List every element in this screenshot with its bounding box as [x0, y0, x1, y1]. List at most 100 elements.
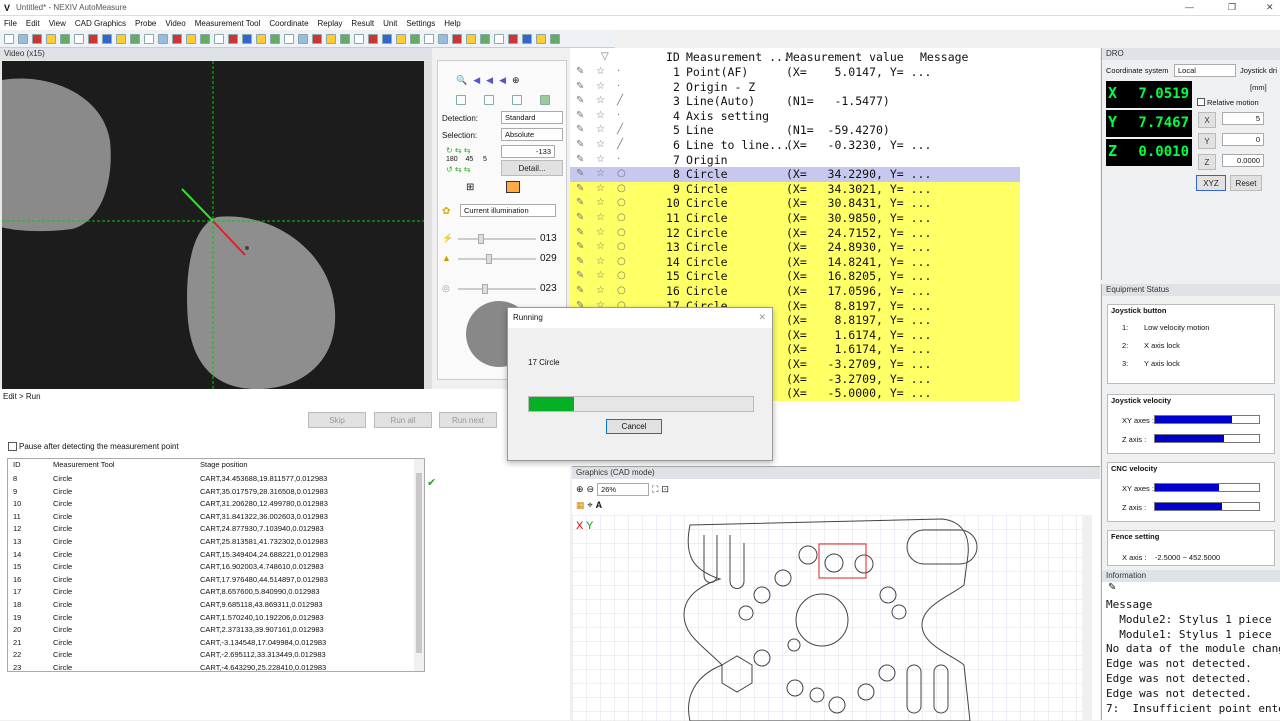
toolbar-button-icon[interactable] [158, 33, 168, 44]
edit-pencil-icon[interactable]: ✎ [576, 255, 584, 270]
toolbar-button-icon[interactable] [312, 33, 322, 44]
table-row[interactable]: 19 Circle CART,1.570240,10.192206,0.012983 [8, 612, 424, 625]
zoom-select[interactable]: 26% [597, 483, 650, 496]
cad-view[interactable]: X Y [572, 515, 1092, 721]
focus-icon[interactable]: ⊞ [466, 182, 474, 193]
skip-button[interactable]: Skip [308, 412, 366, 428]
star-icon[interactable]: ☆ [596, 80, 605, 95]
menu-item[interactable]: Probe [135, 19, 156, 28]
toolbar-button-icon[interactable] [396, 33, 406, 44]
table-row[interactable]: 15 Circle CART,16.902003,4.748610,0.012983 [8, 561, 424, 574]
edit-pencil-icon[interactable]: ✎ [576, 226, 584, 241]
zoom-in-icon[interactable]: ⊕ [512, 75, 520, 91]
light-icon[interactable] [506, 181, 520, 193]
toolbar-button-icon[interactable] [242, 33, 252, 44]
toolbar-button-icon[interactable] [326, 33, 336, 44]
reset-button[interactable]: Reset [1230, 175, 1262, 191]
star-icon[interactable]: ☆ [596, 109, 605, 124]
table-row[interactable]: 14 Circle CART,15.349404,24.688221,0.01298… [8, 549, 424, 562]
toolbar-button-icon[interactable] [88, 33, 98, 44]
toolbar-button-icon[interactable] [298, 33, 308, 44]
menu-item[interactable]: Help [444, 19, 460, 28]
star-icon[interactable]: ☆ [596, 182, 605, 197]
toolbar-button-icon[interactable] [424, 33, 434, 44]
tool-icon[interactable] [484, 95, 494, 105]
fit-window-icon[interactable]: ⊡ [661, 484, 669, 495]
arrow-left-icon[interactable]: ◀ [486, 75, 493, 91]
toolbar-button-icon[interactable] [60, 33, 70, 44]
toolbar-button-icon[interactable] [410, 33, 420, 44]
table-vscroll[interactable] [414, 459, 424, 671]
xyz-button[interactable]: XYZ [1196, 175, 1226, 191]
edit-pencil-icon[interactable]: ✎ [576, 182, 584, 197]
list-item[interactable]: ✎ ☆ · 7 Origin [570, 153, 1020, 168]
table-row[interactable]: 16 Circle CART,17.976480,44.514897,0.01298… [8, 574, 424, 587]
toolbar-button-icon[interactable] [284, 33, 294, 44]
menu-item[interactable]: Measurement Tool [195, 19, 261, 28]
menu-item[interactable]: Coordinate [269, 19, 308, 28]
star-icon[interactable]: ☆ [596, 240, 605, 255]
star-icon[interactable]: ☆ [596, 211, 605, 226]
list-item[interactable]: ✎ ☆ ○ 10 Circle (X= 30.8431, Y= ... [570, 196, 1020, 211]
edit-pencil-icon[interactable]: ✎ [576, 138, 584, 153]
toolbar-button-icon[interactable] [494, 33, 504, 44]
run-next-button[interactable]: Run next [439, 412, 497, 428]
table-row[interactable]: 13 Circle CART,25.813581,41.732302,0.01298… [8, 536, 424, 549]
star-icon[interactable]: ☆ [596, 255, 605, 270]
toolbar-button-icon[interactable] [270, 33, 280, 44]
fit-icon[interactable]: ⛶ [652, 484, 658, 495]
menu-item[interactable]: CAD Graphics [75, 19, 126, 28]
text-icon[interactable]: A [596, 500, 603, 511]
toolbar-button-icon[interactable] [228, 33, 238, 44]
list-item[interactable]: ✎ ☆ ○ 14 Circle (X= 14.8241, Y= ... [570, 254, 1020, 270]
toolbar-button-icon[interactable] [74, 33, 84, 44]
z-button[interactable]: Z [1198, 154, 1216, 170]
detail-button[interactable]: Detail... [501, 160, 563, 176]
tool-icon[interactable] [456, 95, 466, 105]
arrow-left-icon[interactable]: ◀ [473, 75, 480, 91]
list-item[interactable]: ✎ ☆ · 4 Axis setting [570, 109, 1020, 124]
toolbar-button-icon[interactable] [340, 33, 350, 44]
toolbar-button-icon[interactable] [452, 33, 462, 44]
joystick-tab[interactable]: Joystick dri [1240, 66, 1277, 75]
table-row[interactable]: 9 Circle CART,35.017579,28.316508,0.012983 [8, 486, 424, 499]
list-item[interactable]: ✎ ☆ ○ 12 Circle (X= 24.7152, Y= ... [570, 225, 1020, 241]
toolbar-button-icon[interactable] [466, 33, 476, 44]
toolbar-button-icon[interactable] [480, 33, 490, 44]
zoom-out-icon[interactable]: ⊖ [587, 484, 595, 495]
menu-item[interactable]: Replay [318, 19, 343, 28]
list-item[interactable]: ✎ ☆ ╱ 3 Line(Auto) (N1= -1.5477) [570, 94, 1020, 109]
menu-item[interactable]: Unit [383, 19, 397, 28]
toolbar-button-icon[interactable] [382, 33, 392, 44]
menu-item[interactable]: Video [165, 19, 185, 28]
star-icon[interactable]: ☆ [596, 65, 605, 80]
star-icon[interactable]: ☆ [596, 284, 605, 299]
table-row[interactable]: 21 Circle CART,-3.134548,17.049984,0.01298… [8, 637, 424, 650]
dialog-close-icon[interactable]: ✕ [758, 312, 766, 323]
zoom-icon[interactable]: 🔍 [456, 75, 467, 91]
menu-item[interactable]: Settings [406, 19, 435, 28]
y-button[interactable]: Y [1198, 133, 1216, 149]
restore-icon[interactable]: ❐ [1228, 2, 1236, 13]
x-input[interactable]: 5 [1222, 112, 1264, 125]
toolbar-button-icon[interactable] [144, 33, 154, 44]
edit-pencil-icon[interactable]: ✎ [576, 109, 584, 124]
star-icon[interactable]: ☆ [596, 138, 605, 153]
toolbar-button-icon[interactable] [536, 33, 546, 44]
rotate-back-icon[interactable]: ↺ ⇆ ⇆ [446, 165, 471, 174]
video-view[interactable] [2, 61, 424, 423]
edit-pencil-icon[interactable]: ✎ [576, 211, 584, 226]
light-slider-3[interactable] [458, 288, 536, 290]
table-row[interactable]: 10 Circle CART,31.206280,12.499780,0.01298… [8, 498, 424, 511]
table-row[interactable]: 12 Circle CART,24.877930,7.103940,0.012983 [8, 523, 424, 536]
list-item[interactable]: ✎ ☆ ○ 9 Circle (X= 34.3021, Y= ... [570, 181, 1020, 197]
menu-item[interactable]: View [49, 19, 66, 28]
toolbar-button-icon[interactable] [116, 33, 126, 44]
table-row[interactable]: 18 Circle CART,9.685118,43.869311,0.012983 [8, 599, 424, 612]
edit-pencil-icon[interactable]: ✎ [576, 123, 584, 138]
graphics-vscroll[interactable] [1082, 515, 1092, 721]
toolbar-button-icon[interactable] [438, 33, 448, 44]
toolbar-button-icon[interactable] [4, 33, 14, 44]
table-row[interactable]: 23 Circle CART,-4.643290,25.228410,0.01298… [8, 662, 424, 671]
table-row[interactable]: 8 Circle CART,34.453688,19.811577,0.012983 [8, 473, 424, 486]
